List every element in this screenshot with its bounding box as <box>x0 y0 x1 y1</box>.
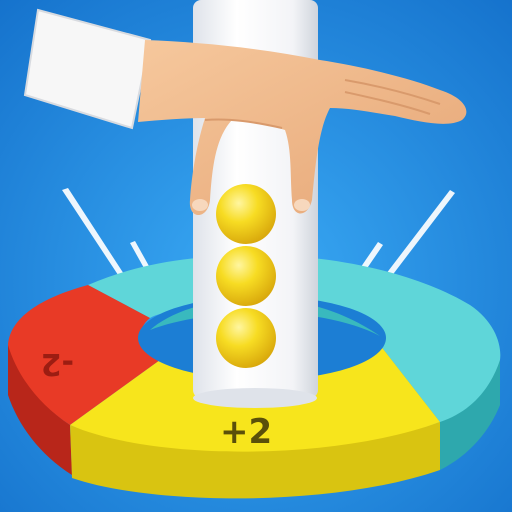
ball[interactable] <box>216 308 276 368</box>
ring-label-left: -2 <box>41 346 74 381</box>
game-scene[interactable]: -2 +2 <box>0 0 512 512</box>
ring-label-front: +2 <box>220 412 272 452</box>
ball[interactable] <box>216 184 276 244</box>
ball[interactable] <box>216 246 276 306</box>
ball-stack[interactable] <box>216 184 276 368</box>
